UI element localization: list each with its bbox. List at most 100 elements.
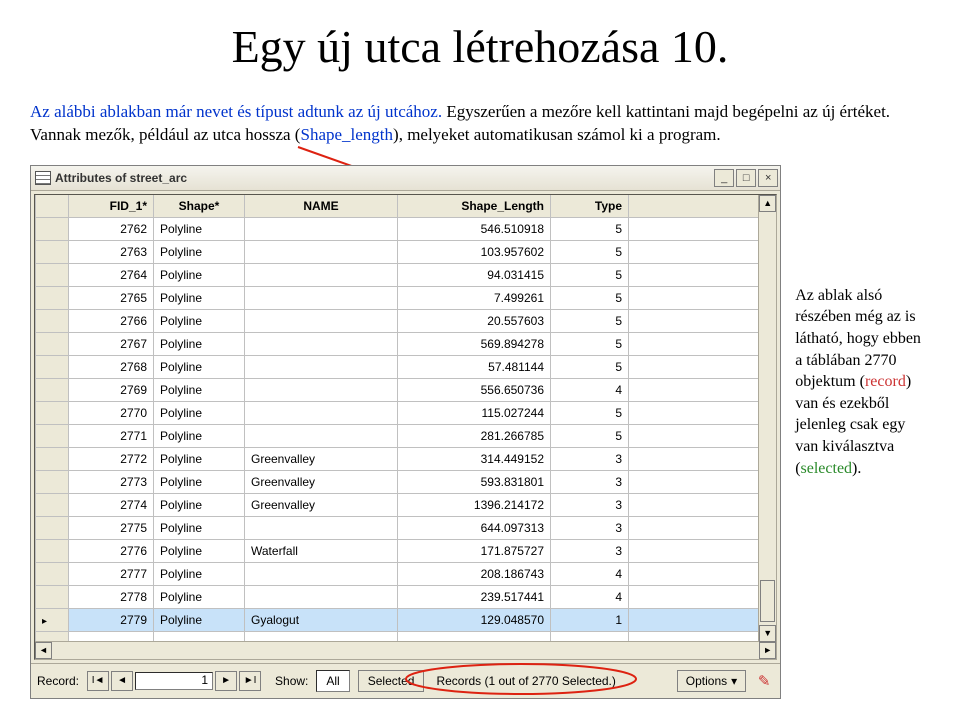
- cell-name[interactable]: [245, 217, 398, 240]
- row-header[interactable]: [36, 378, 69, 401]
- cell-length[interactable]: 1396.214172: [398, 493, 551, 516]
- cell-name[interactable]: [245, 332, 398, 355]
- options-button[interactable]: Options ▾: [677, 670, 746, 692]
- cell-length[interactable]: 546.510918: [398, 217, 551, 240]
- cell-name[interactable]: [245, 263, 398, 286]
- row-header[interactable]: [36, 217, 69, 240]
- cell-length[interactable]: 57.481144: [398, 355, 551, 378]
- cell-type[interactable]: 5: [551, 240, 629, 263]
- show-selected-button[interactable]: Selected: [358, 670, 425, 692]
- nav-last-button[interactable]: ►I: [239, 671, 261, 691]
- cell-fid[interactable]: 2776: [69, 539, 154, 562]
- cell-name[interactable]: Greenvalley: [245, 493, 398, 516]
- table-row[interactable]: 2773PolylineGreenvalley593.8318013: [36, 470, 759, 493]
- col-type[interactable]: Type: [551, 195, 629, 218]
- cell-shape[interactable]: Polyline: [154, 378, 245, 401]
- cell-name[interactable]: Gyalogut: [245, 608, 398, 631]
- col-name[interactable]: NAME: [245, 195, 398, 218]
- table-row[interactable]: 2763Polyline103.9576025: [36, 240, 759, 263]
- cell-fid[interactable]: 2767: [69, 332, 154, 355]
- cell-length[interactable]: 94.031415: [398, 263, 551, 286]
- cell-fid[interactable]: 2772: [69, 447, 154, 470]
- cell-shape[interactable]: Polyline: [154, 470, 245, 493]
- cell-type[interactable]: 5: [551, 424, 629, 447]
- cell-shape[interactable]: Polyline: [154, 401, 245, 424]
- cell-shape[interactable]: Polyline: [154, 355, 245, 378]
- cell-length[interactable]: 103.957602: [398, 240, 551, 263]
- cell-name[interactable]: [245, 424, 398, 447]
- cell-shape[interactable]: Polyline: [154, 562, 245, 585]
- table-row[interactable]: 2777Polyline208.1867434: [36, 562, 759, 585]
- cell-type[interactable]: 5: [551, 217, 629, 240]
- row-header[interactable]: [36, 585, 69, 608]
- cell-shape[interactable]: Polyline: [154, 309, 245, 332]
- cell-fid[interactable]: 2762: [69, 217, 154, 240]
- cell-name[interactable]: [245, 562, 398, 585]
- cell-type[interactable]: 4: [551, 378, 629, 401]
- cell-shape[interactable]: Polyline: [154, 608, 245, 631]
- cell-type[interactable]: 5: [551, 286, 629, 309]
- cell-type[interactable]: 5: [551, 263, 629, 286]
- cell-fid[interactable]: 2765: [69, 286, 154, 309]
- table-row[interactable]: 2772PolylineGreenvalley314.4491523: [36, 447, 759, 470]
- maximize-button[interactable]: □: [736, 169, 756, 187]
- row-header[interactable]: [36, 470, 69, 493]
- scroll-thumb[interactable]: [760, 580, 775, 622]
- cell-name[interactable]: [245, 585, 398, 608]
- cell-shape[interactable]: Polyline: [154, 332, 245, 355]
- cell-type[interactable]: 1: [551, 608, 629, 631]
- table-row[interactable]: 2778Polyline239.5174414: [36, 585, 759, 608]
- cell-fid[interactable]: 2763: [69, 240, 154, 263]
- cell-name[interactable]: Waterfall: [245, 539, 398, 562]
- row-header[interactable]: [36, 608, 69, 631]
- cell-shape[interactable]: Polyline: [154, 263, 245, 286]
- cell-fid[interactable]: 2779: [69, 608, 154, 631]
- cell-length[interactable]: 129.048570: [398, 608, 551, 631]
- cell-type[interactable]: 5: [551, 309, 629, 332]
- table-row[interactable]: 2764Polyline94.0314155: [36, 263, 759, 286]
- row-header[interactable]: [36, 516, 69, 539]
- row-header[interactable]: [36, 562, 69, 585]
- cell-fid[interactable]: 2775: [69, 516, 154, 539]
- cell-shape[interactable]: Polyline: [154, 493, 245, 516]
- row-header[interactable]: [36, 263, 69, 286]
- cell-length[interactable]: 20.557603: [398, 309, 551, 332]
- cell-name[interactable]: [245, 240, 398, 263]
- scroll-right-icon[interactable]: ►: [759, 642, 776, 659]
- col-fid[interactable]: FID_1*: [69, 195, 154, 218]
- table-row[interactable]: 2769Polyline556.6507364: [36, 378, 759, 401]
- cell-fid[interactable]: 2766: [69, 309, 154, 332]
- cell-length[interactable]: 314.449152: [398, 447, 551, 470]
- row-header[interactable]: [36, 240, 69, 263]
- table-row[interactable]: 2766Polyline 20.5576035: [36, 309, 759, 332]
- scroll-left-icon[interactable]: ◄: [35, 642, 52, 659]
- cell-name[interactable]: [245, 516, 398, 539]
- cell-shape[interactable]: Polyline: [154, 447, 245, 470]
- table-row[interactable]: 2779PolylineGyalogut129.0485701: [36, 608, 759, 631]
- cell-name[interactable]: Greenvalley: [245, 470, 398, 493]
- cell-fid[interactable]: 2778: [69, 585, 154, 608]
- cell-name[interactable]: [245, 378, 398, 401]
- cell-length[interactable]: 593.831801: [398, 470, 551, 493]
- cell-shape[interactable]: Polyline: [154, 585, 245, 608]
- cell-type[interactable]: 3: [551, 447, 629, 470]
- horizontal-scrollbar[interactable]: ◄ ►: [35, 641, 776, 659]
- scroll-up-icon[interactable]: ▲: [759, 195, 776, 212]
- row-header[interactable]: [36, 401, 69, 424]
- show-all-button[interactable]: All: [316, 670, 349, 692]
- nav-prev-button[interactable]: ◄: [111, 671, 133, 691]
- row-header[interactable]: [36, 493, 69, 516]
- nav-next-button[interactable]: ►: [215, 671, 237, 691]
- cell-fid[interactable]: 2774: [69, 493, 154, 516]
- cell-type[interactable]: 5: [551, 401, 629, 424]
- table-row[interactable]: 2762Polyline 546.5109185: [36, 217, 759, 240]
- cell-length[interactable]: 115.027244: [398, 401, 551, 424]
- attribute-table[interactable]: FID_1* Shape* NAME Shape_Length Type 276…: [35, 195, 759, 641]
- wand-icon[interactable]: ✎: [754, 672, 774, 690]
- table-row[interactable]: 2774PolylineGreenvalley1396.2141723: [36, 493, 759, 516]
- cell-shape[interactable]: Polyline: [154, 217, 245, 240]
- scroll-down-icon[interactable]: ▼: [759, 625, 776, 642]
- cell-type[interactable]: 3: [551, 539, 629, 562]
- row-header[interactable]: [36, 631, 69, 641]
- cell-type[interactable]: 3: [551, 493, 629, 516]
